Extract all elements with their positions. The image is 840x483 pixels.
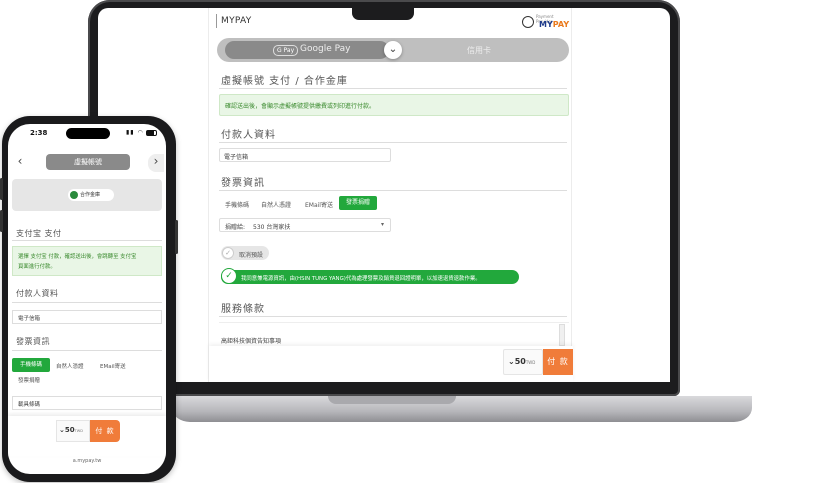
check-icon: ✓ xyxy=(222,247,234,259)
section-title-terms: 服務條款 xyxy=(221,304,265,315)
brand-divider xyxy=(216,14,217,28)
invoice-tab-email[interactable]: EMail寄送 xyxy=(305,200,333,209)
tab-virtual-account[interactable]: 虛擬帳號 xyxy=(46,154,130,170)
checkout-page: MYPAY Payment Provider MYPAY G Pay Googl… xyxy=(208,8,573,382)
divider xyxy=(12,350,162,351)
divider xyxy=(12,302,162,303)
cancel-default-label: 取消預設 xyxy=(239,252,264,259)
mypay-logo: MYPAY xyxy=(539,20,569,29)
terms-text: 高鉅科技個資告知事項 xyxy=(221,338,282,345)
chevron-down-icon: ⌄ xyxy=(508,357,515,366)
agree-terms-label: 我同意兼電源資訊，由(HSIN TUNG YANG)代為處理發票及銷貨退回證明單… xyxy=(241,276,481,282)
camera-notch xyxy=(352,6,414,20)
divider xyxy=(219,142,567,143)
gpay-badge-icon: G Pay xyxy=(273,45,299,56)
chevron-down-icon: ▾ xyxy=(381,221,385,228)
divider xyxy=(219,190,567,191)
email-field[interactable]: 電子信箱 xyxy=(219,148,391,162)
chevron-left-icon[interactable]: ‹ xyxy=(12,154,28,172)
logo-part-1: MY xyxy=(539,20,553,29)
carrier-barcode-field[interactable]: 載具條碼 xyxy=(12,396,162,410)
invoice-tab-donate[interactable]: 發票捐贈 xyxy=(18,376,40,384)
section-title-virtual-account: 虛擬帳號 支付 / 合作金庫 xyxy=(221,76,348,87)
currency-label: TWD xyxy=(74,429,83,433)
donation-value: 530 台灣家扶 xyxy=(253,224,291,231)
chevron-down-icon[interactable]: ⌄ xyxy=(384,41,402,59)
divider xyxy=(219,88,567,89)
laptop-base xyxy=(172,396,752,422)
section-title-invoice: 發票資訊 xyxy=(16,337,50,346)
phone-power-button xyxy=(175,220,178,254)
status-time: 2:38 xyxy=(30,129,48,137)
dynamic-island xyxy=(66,128,110,139)
email-field[interactable]: 電子信箱 xyxy=(12,310,162,324)
phone-volume-button xyxy=(0,178,3,200)
pay-button[interactable]: 付 款 xyxy=(90,420,120,442)
tab-google-pay-label: Google Pay xyxy=(300,44,351,54)
logo-part-2: PAY xyxy=(552,20,570,29)
donation-label: 捐贈給: xyxy=(225,224,246,231)
amount-number: 50 xyxy=(514,357,526,366)
info-note-box xyxy=(12,246,162,276)
device-mockup-stage: MYPAY Payment Provider MYPAY G Pay Googl… xyxy=(0,0,840,483)
invoice-tab-donate[interactable]: 發票捐贈 xyxy=(339,196,377,210)
section-title-payer: 付款人資料 xyxy=(16,289,59,298)
tab-credit-card[interactable]: 信用卡 xyxy=(467,45,491,56)
amount-number: 50 xyxy=(64,426,75,434)
battery-level xyxy=(147,131,154,135)
invoice-tab-citizen-cert[interactable]: 自然人憑證 xyxy=(56,362,84,370)
browser-url: a.mypay.tw xyxy=(72,458,102,464)
currency-label: TWD xyxy=(525,360,536,365)
divider xyxy=(12,240,162,241)
amount-value: ⌄50TWD xyxy=(59,426,83,434)
terms-scrollbar[interactable] xyxy=(559,324,565,346)
bank-icon xyxy=(70,191,78,199)
pay-button[interactable]: 付 款 xyxy=(543,349,573,375)
section-title-invoice: 發票資訊 xyxy=(221,178,265,189)
globe-icon xyxy=(522,16,534,28)
laptop-base-groove xyxy=(328,396,456,404)
phone-volume-button xyxy=(0,210,3,232)
laptop-screen: MYPAY Payment Provider MYPAY G Pay Googl… xyxy=(98,8,670,382)
invoice-tab-citizen-cert[interactable]: 自然人憑證 xyxy=(261,200,291,209)
signal-wifi-icon: ▮▮ ◠ xyxy=(126,129,144,136)
brand-title: MYPAY xyxy=(221,16,252,26)
divider xyxy=(219,316,567,317)
section-title-alipay: 支付宝 支付 xyxy=(16,229,62,238)
chevron-right-icon[interactable]: › xyxy=(148,154,164,172)
invoice-tab-mobile-barcode[interactable]: 手機條碼 xyxy=(225,200,249,209)
info-note-line-1: 選擇 支付宝 付款，確認送出後，會跳轉至 支付宝 xyxy=(18,254,137,260)
section-title-payer: 付款人資料 xyxy=(221,130,276,141)
info-note-text: 確認送出後，會顯示虛擬帳號提供繳費或列印進行付款。 xyxy=(225,103,376,110)
invoice-tab-email[interactable]: EMail寄送 xyxy=(100,362,126,370)
info-note-line-2: 頁面進行付款。 xyxy=(18,264,56,270)
phone-screen: 2:38 ▮▮ ◠ ‹ 虛擬帳號 › 合作金庫 支付宝 支付 選擇 支付宝 付款… xyxy=(8,124,166,474)
amount-value: ⌄50TWD xyxy=(508,357,535,366)
check-icon: ✓ xyxy=(221,268,237,284)
invoice-tab-mobile-barcode[interactable]: 手機條碼 xyxy=(12,358,50,372)
